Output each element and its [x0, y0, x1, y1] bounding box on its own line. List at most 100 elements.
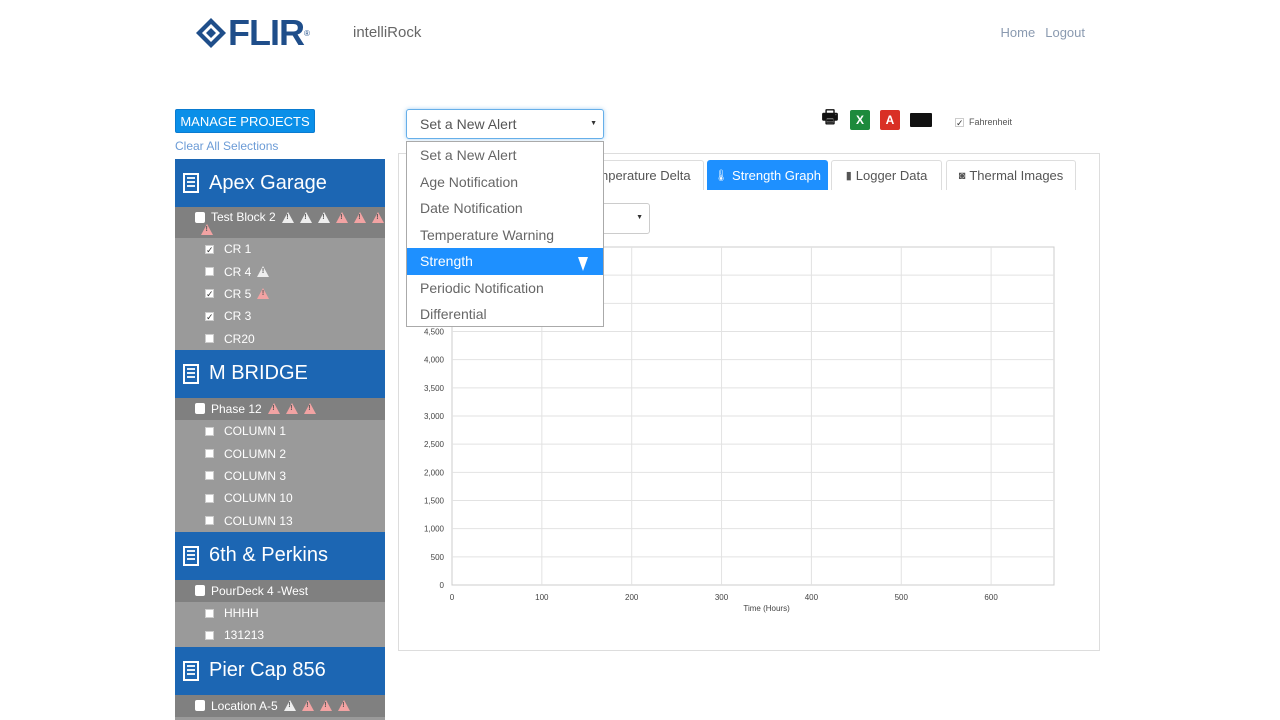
sensor-checkbox[interactable]: ✓	[205, 311, 214, 321]
location-name: Test Block 2	[211, 210, 276, 224]
location-header[interactable]: Test Block 2	[175, 207, 385, 238]
print-icon[interactable]: 🖶	[820, 107, 840, 130]
sensor-item[interactable]: ✓ CR 3	[175, 305, 385, 328]
tab-thermal-images-label: Thermal Images	[969, 168, 1064, 183]
project-name: 6th & Perkins	[209, 544, 328, 567]
alert-option[interactable]: Periodic Notification	[407, 275, 603, 302]
tab-strength-graph-label: Strength Graph	[732, 168, 821, 183]
project-name: Pier Cap 856	[209, 659, 326, 682]
sensor-item[interactable]: HHHH	[175, 601, 385, 625]
alert-option[interactable]: Differential	[407, 301, 603, 328]
excel-icon[interactable]: X	[850, 110, 870, 130]
location-header[interactable]: PourDeck 4 -West	[175, 579, 385, 602]
x-tick-label: 400	[805, 593, 819, 602]
tab-thermal-images[interactable]: ◙ Thermal Images	[946, 160, 1076, 190]
alert-red-icon	[267, 403, 280, 415]
database-icon	[195, 585, 205, 597]
alert-option[interactable]: Date Notification	[407, 195, 603, 222]
building-icon	[183, 363, 199, 384]
sensor-item[interactable]: COLUMN 1	[175, 419, 385, 443]
alert-red-icon	[337, 700, 350, 712]
sensor-label: CR 3	[224, 309, 252, 324]
alert-warning-icon	[281, 211, 294, 223]
x-tick-label: 500	[895, 593, 909, 602]
sensor-label: HHHH	[224, 606, 259, 621]
x-tick-label: 600	[984, 593, 998, 602]
x-tick-label: 300	[715, 593, 729, 602]
alert-red-icon	[353, 211, 366, 223]
sensor-checkbox[interactable]: ✓	[205, 244, 214, 254]
alert-red-icon	[201, 224, 213, 235]
sensor-item[interactable]: COLUMN 3	[175, 464, 385, 488]
y-tick-label: 4,000	[424, 356, 445, 365]
sensor-item[interactable]: ✓ CR 5	[175, 282, 385, 306]
x-axis-label: Time (Hours)	[743, 604, 790, 613]
sensor-checkbox[interactable]	[205, 608, 214, 618]
nav-logout-link[interactable]: Logout	[1045, 25, 1085, 40]
export-toolbar: 🖶 X A	[820, 107, 932, 130]
flir-logo[interactable]: FLIR ®	[196, 12, 310, 54]
x-tick-label: 200	[625, 593, 639, 602]
sensor-label: 131213	[224, 628, 265, 643]
sensor-checkbox[interactable]	[205, 516, 214, 526]
sensor-checkbox[interactable]	[205, 449, 214, 459]
fahrenheit-label: Fahrenheit	[969, 117, 1013, 127]
y-tick-label: 1,000	[424, 525, 445, 534]
clear-all-selections-link[interactable]: Clear All Selections	[175, 139, 278, 153]
alert-warning-icon	[299, 211, 312, 223]
tab-logger-data[interactable]: ▮ Logger Data	[831, 160, 942, 190]
alert-red-icon	[301, 700, 314, 712]
fahrenheit-checkbox[interactable]: ✓	[955, 117, 964, 127]
location-header[interactable]: Phase 12	[175, 397, 385, 420]
sensor-item[interactable]: COLUMN 13	[175, 509, 385, 532]
sensor-label: CR20	[224, 331, 255, 346]
chevron-down-icon: ▼	[636, 214, 643, 221]
sensor-item[interactable]: 131213	[175, 624, 385, 647]
sensor-label: COLUMN 2	[224, 446, 287, 461]
sensor-checkbox[interactable]	[205, 493, 214, 503]
database-icon	[195, 211, 205, 223]
sensor-item[interactable]: ✓ CR 1	[175, 238, 385, 261]
sensor-checkbox[interactable]	[205, 426, 214, 436]
sensor-label: CR 5	[224, 286, 252, 301]
sensor-checkbox[interactable]	[205, 334, 214, 344]
building-icon	[183, 545, 199, 566]
alert-type-menu: Set a New Alert Age Notification Date Noti…	[406, 141, 604, 327]
tab-strength-graph[interactable]: 🌡 Strength Graph	[707, 160, 828, 190]
project-header[interactable]: Pier Cap 856	[175, 646, 385, 695]
alert-option[interactable]: Temperature Warning	[407, 222, 603, 249]
graph-option-select[interactable]: ▼	[596, 203, 650, 234]
sensor-item[interactable]: COLUMN 2	[175, 442, 385, 465]
sensor-item[interactable]: COLUMN 10	[175, 487, 385, 510]
alert-option[interactable]: Set a New Alert	[407, 142, 603, 169]
sensor-label: COLUMN 1	[224, 424, 287, 439]
sensor-checkbox[interactable]	[205, 630, 214, 640]
location-header[interactable]: Location A-5	[175, 694, 385, 717]
email-icon[interactable]	[910, 113, 932, 127]
alert-red-icon	[335, 211, 348, 223]
sensor-checkbox[interactable]	[205, 471, 214, 481]
pdf-icon[interactable]: A	[880, 110, 900, 130]
sensor-item[interactable]: CR20	[175, 327, 385, 350]
sensor-checkbox[interactable]	[205, 267, 214, 277]
mouse-cursor-icon	[578, 257, 588, 271]
manage-projects-button[interactable]: MANAGE PROJECTS	[175, 109, 315, 133]
project-header[interactable]: Apex Garage	[175, 159, 385, 207]
alert-red-icon	[371, 211, 384, 223]
alert-red-icon	[319, 700, 332, 712]
y-tick-label: 3,500	[424, 384, 445, 393]
tab-temperature-delta-label: mperature Delta	[597, 168, 691, 183]
alert-option[interactable]: Strength	[407, 248, 603, 275]
y-tick-label: 0	[440, 581, 445, 590]
project-header[interactable]: 6th & Perkins	[175, 531, 385, 580]
bar-chart-icon: ▮	[845, 170, 852, 182]
sensor-checkbox[interactable]: ✓	[205, 289, 214, 299]
y-tick-label: 2,000	[424, 468, 445, 477]
alert-type-select[interactable]: Set a New Alert ▼	[406, 109, 604, 139]
alert-option[interactable]: Age Notification	[407, 169, 603, 196]
nav-home-link[interactable]: Home	[1001, 25, 1036, 40]
fahrenheit-toggle[interactable]: ✓ Fahrenheit	[955, 117, 1012, 127]
sensor-item[interactable]: CR 4	[175, 260, 385, 283]
project-header[interactable]: M BRIDGE	[175, 349, 385, 398]
camera-icon: ◙	[958, 169, 966, 182]
